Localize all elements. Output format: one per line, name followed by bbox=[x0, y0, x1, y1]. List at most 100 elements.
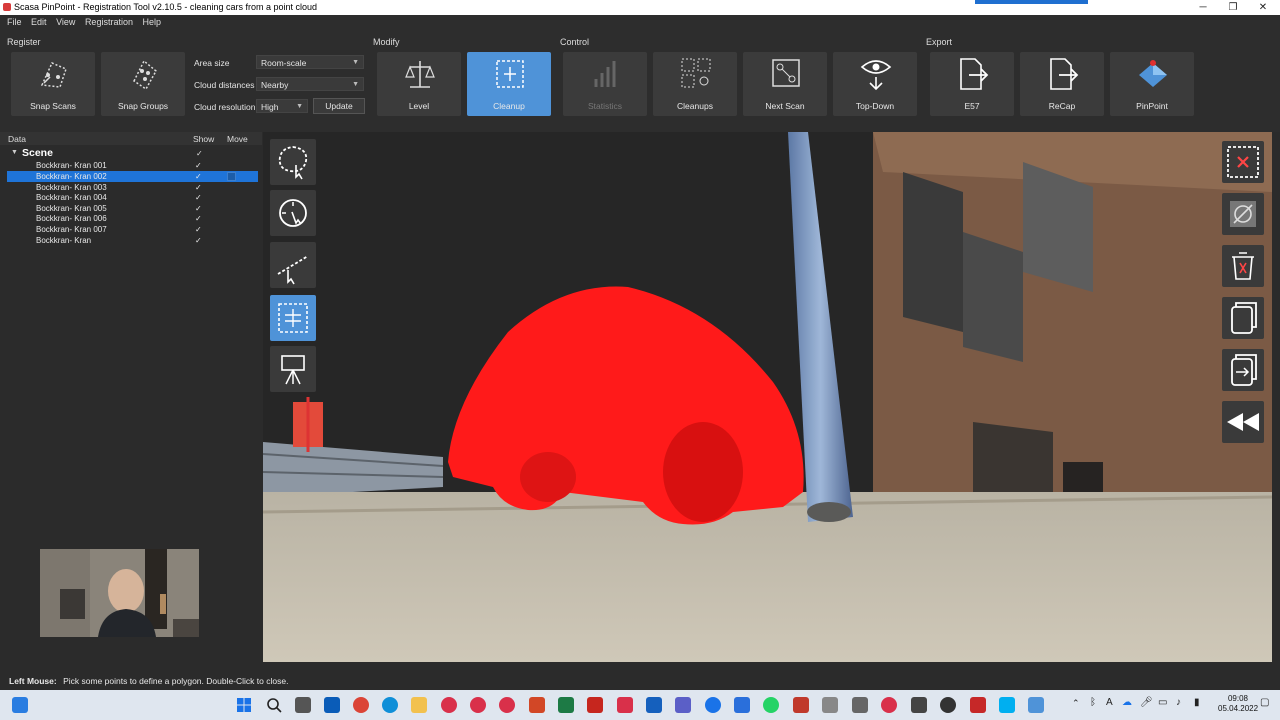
volume-icon[interactable]: ♪ bbox=[1176, 697, 1181, 708]
cloud-distances-select[interactable]: Nearby ▼ bbox=[256, 77, 364, 91]
search-icon[interactable] bbox=[266, 697, 282, 713]
tree-row[interactable]: Bockkran- Kran 007 ✓ bbox=[7, 224, 258, 235]
show-checkbox[interactable]: ✓ bbox=[195, 224, 202, 235]
meet-icon[interactable] bbox=[295, 697, 311, 713]
rewind-tool[interactable] bbox=[1222, 401, 1264, 443]
show-checkbox[interactable]: ✓ bbox=[195, 160, 202, 171]
circle-select-tool[interactable] bbox=[270, 190, 316, 236]
status-label: Left Mouse: bbox=[9, 676, 57, 686]
move-checkbox[interactable] bbox=[227, 236, 236, 245]
tree-row[interactable]: Bockkran- Kran 004 ✓ bbox=[7, 192, 258, 203]
update-button[interactable]: Update bbox=[313, 98, 365, 114]
close-window-button[interactable]: ✕ bbox=[1248, 0, 1278, 15]
excel-icon[interactable] bbox=[558, 697, 574, 713]
show-checkbox[interactable]: ✓ bbox=[195, 192, 202, 203]
pinpoint-export-button[interactable]: PinPoint bbox=[1110, 52, 1194, 116]
pdf-icon[interactable] bbox=[793, 697, 809, 713]
clear-selection-tool[interactable] bbox=[1222, 141, 1264, 183]
windows-start-icon[interactable] bbox=[236, 697, 252, 713]
scanner-position-tool[interactable] bbox=[270, 346, 316, 392]
app-icon-dark[interactable] bbox=[940, 697, 956, 713]
tree-row[interactable]: Bockkran- Kran 006 ✓ bbox=[7, 213, 258, 224]
menu-registration[interactable]: Registration bbox=[85, 15, 133, 29]
delete-points-tool[interactable] bbox=[1222, 245, 1264, 287]
tray-chevron-icon[interactable]: ⌃ bbox=[1072, 698, 1080, 709]
app-icon-blue-2[interactable] bbox=[734, 697, 750, 713]
move-checkbox[interactable] bbox=[227, 204, 236, 213]
show-checkbox[interactable]: ✓ bbox=[195, 171, 202, 182]
menu-file[interactable]: File bbox=[7, 15, 22, 29]
snap-groups-button[interactable]: Snap Groups bbox=[101, 52, 185, 116]
font-icon[interactable]: A bbox=[1106, 697, 1113, 708]
area-size-select[interactable]: Room-scale ▼ bbox=[256, 55, 364, 69]
cleanups-button[interactable]: Cleanups bbox=[653, 52, 737, 116]
move-checkbox[interactable] bbox=[227, 183, 236, 192]
edge-icon[interactable] bbox=[382, 697, 398, 713]
app-icon-red-3[interactable] bbox=[499, 697, 515, 713]
settings-icon[interactable] bbox=[911, 697, 927, 713]
hide-points-tool[interactable] bbox=[1222, 193, 1264, 235]
top-down-button[interactable]: Top-Down bbox=[833, 52, 917, 116]
e57-export-button[interactable]: E57 bbox=[930, 52, 1014, 116]
network-icon[interactable]: ▭ bbox=[1158, 697, 1167, 708]
minimize-button[interactable]: ─ bbox=[1188, 0, 1218, 15]
chrome-icon[interactable] bbox=[353, 697, 369, 713]
box-select-tool[interactable] bbox=[270, 295, 316, 341]
notification-icon[interactable]: ▢ bbox=[1260, 697, 1269, 708]
bluetooth-icon[interactable]: ᛒ bbox=[1090, 697, 1096, 708]
app-icon-red-4[interactable] bbox=[617, 697, 633, 713]
lasso-select-tool[interactable] bbox=[270, 139, 316, 185]
tree-row[interactable]: Bockkran- Kran 001 ✓ bbox=[7, 160, 258, 171]
move-checkbox[interactable] bbox=[227, 193, 236, 202]
acrobat-icon[interactable] bbox=[587, 697, 603, 713]
tree-row[interactable]: Bockkran- Kran ✓ bbox=[7, 235, 258, 246]
tree-row-selected[interactable]: Bockkran- Kran 002 ✓ bbox=[7, 171, 258, 182]
point-cloud-viewport[interactable] bbox=[263, 132, 1272, 662]
invert-selection-tool[interactable] bbox=[1222, 349, 1264, 391]
menu-help[interactable]: Help bbox=[142, 15, 161, 29]
app-icon-red-5[interactable] bbox=[881, 697, 897, 713]
outlook-icon[interactable] bbox=[324, 697, 340, 713]
show-checkbox[interactable]: ✓ bbox=[195, 235, 202, 246]
line-select-tool[interactable] bbox=[270, 242, 316, 288]
grid-app-icon[interactable] bbox=[852, 697, 868, 713]
taskbar-clock[interactable]: 09:08 05.04.2022 bbox=[1218, 694, 1258, 714]
move-checkbox[interactable] bbox=[227, 161, 236, 170]
cloud-icon[interactable]: ☁ bbox=[1122, 697, 1132, 708]
explorer-icon[interactable] bbox=[411, 697, 427, 713]
powerpoint-icon[interactable] bbox=[529, 697, 545, 713]
show-checkbox[interactable]: ✓ bbox=[195, 213, 202, 224]
menu-view[interactable]: View bbox=[56, 15, 75, 29]
notes-icon[interactable] bbox=[822, 697, 838, 713]
desktop-icon[interactable] bbox=[12, 697, 28, 713]
maximize-button[interactable]: ❐ bbox=[1218, 0, 1248, 15]
scene-node[interactable]: Scene bbox=[22, 147, 53, 159]
next-scan-button[interactable]: Next Scan bbox=[743, 52, 827, 116]
pinpoint-app-icon[interactable] bbox=[1028, 697, 1044, 713]
app-icon-blue[interactable] bbox=[705, 697, 721, 713]
move-checkbox[interactable] bbox=[227, 214, 236, 223]
skype-icon[interactable] bbox=[999, 697, 1015, 713]
level-button[interactable]: Level bbox=[377, 52, 461, 116]
cloud-resolution-select[interactable]: High ▼ bbox=[256, 99, 308, 113]
collapse-arrow-icon[interactable]: ▼ bbox=[11, 149, 18, 156]
teams-icon[interactable] bbox=[675, 697, 691, 713]
statistics-button[interactable]: Statistics bbox=[563, 52, 647, 116]
scene-show-check[interactable]: ✓ bbox=[196, 149, 203, 158]
move-checkbox[interactable] bbox=[227, 172, 236, 181]
level-label: Level bbox=[408, 101, 430, 111]
snap-scans-button[interactable]: Snap Scans bbox=[11, 52, 95, 116]
move-checkbox[interactable] bbox=[227, 225, 236, 234]
menu-edit[interactable]: Edit bbox=[31, 15, 47, 29]
shield-icon[interactable] bbox=[646, 697, 662, 713]
tree-header: Data Show Move bbox=[0, 132, 262, 145]
cleanup-button[interactable]: Cleanup bbox=[467, 52, 551, 116]
recap-export-button[interactable]: ReCap bbox=[1020, 52, 1104, 116]
mic-icon[interactable]: 🎤︎ bbox=[1140, 697, 1153, 708]
app-icon-red-2[interactable] bbox=[470, 697, 486, 713]
battery-icon[interactable]: ▮ bbox=[1194, 697, 1200, 708]
copy-tool[interactable] bbox=[1222, 297, 1264, 339]
pinpoint-taskbar-icon[interactable] bbox=[970, 697, 986, 713]
whatsapp-icon[interactable] bbox=[763, 697, 779, 713]
app-icon-red-1[interactable] bbox=[441, 697, 457, 713]
